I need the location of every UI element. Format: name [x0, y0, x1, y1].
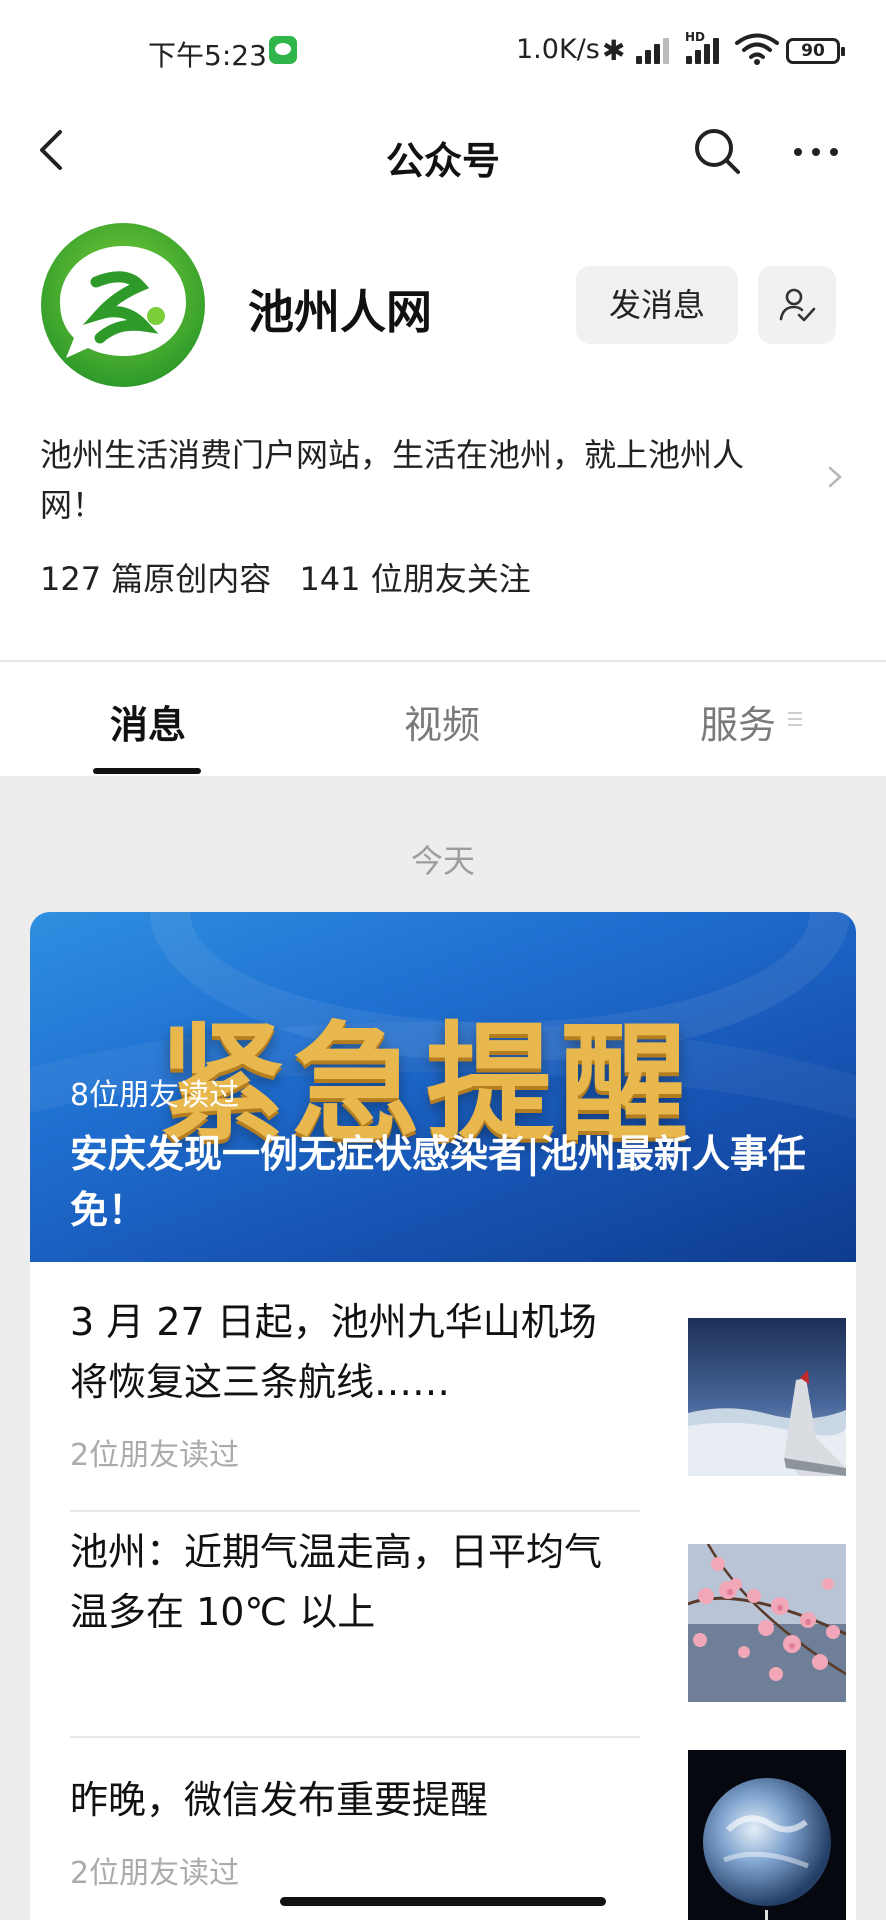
signal-icon [636, 36, 676, 64]
article-reads: 2位朋友读过 [70, 1438, 240, 1473]
article-card: 紧急提醒 8位朋友读过 安庆发现一例无症状感染者|池州最新人事任免！ 3 月 2… [30, 912, 856, 1920]
divider [70, 1736, 640, 1738]
original-count: 127 篇原创内容 [40, 560, 272, 598]
list-item[interactable]: 3 月 27 日起，池州九华山机场将恢复这三条航线…… 2位朋友读过 [70, 1292, 856, 1512]
page-title: 公众号 [385, 139, 500, 183]
featured-reads: 8位朋友读过 [70, 1078, 240, 1113]
account-stats: 127 篇原创内容 141 位朋友关注 [40, 554, 549, 600]
featured-headline: 安庆发现一例无症状感染者|池州最新人事任免！ [70, 1132, 806, 1232]
battery-icon: 90 [786, 38, 845, 64]
chevron-right-icon[interactable] [824, 462, 848, 492]
divider [0, 660, 886, 662]
tab-services[interactable]: 服务 [700, 694, 776, 749]
status-bar: 下午5:23 1.0K/s ✱ HD 90 [0, 0, 886, 100]
follow-button[interactable] [758, 266, 836, 344]
list-item[interactable]: 昨晚，微信发布重要提醒 2位朋友读过 [70, 1744, 856, 1920]
account-description[interactable]: 池州生活消费门户网站，生活在池州，就上池州人网！ [40, 430, 800, 530]
earth-thumbnail [688, 1750, 846, 1920]
list-item[interactable]: 池州：近期气温走高，日平均气温多在 10℃ 以上 [70, 1518, 856, 1738]
follower-count: 141 位朋友关注 [299, 560, 531, 598]
send-message-button[interactable]: 发消息 [576, 266, 738, 344]
tab-videos[interactable]: 视频 [404, 694, 480, 749]
wifi-icon [735, 33, 779, 65]
active-tab-indicator [93, 768, 201, 774]
date-label: 今天 [410, 842, 475, 880]
article-title: 昨晚，微信发布重要提醒 [70, 1778, 489, 1822]
article-title: 3 月 27 日起，池州九华山机场将恢复这三条航线…… [70, 1300, 597, 1404]
signal-hd-icon [686, 36, 726, 64]
more-icon[interactable] [786, 124, 846, 180]
account-avatar[interactable] [40, 222, 206, 388]
nav-bar: 公众号 [0, 100, 886, 200]
status-time: 下午5:23 [148, 39, 267, 72]
account-name: 池州人网 [248, 285, 432, 339]
blossom-thumbnail [688, 1544, 846, 1702]
bluetooth-icon: ✱ [602, 34, 626, 67]
divider [70, 1510, 640, 1512]
network-speed: 1.0K/s [516, 34, 600, 65]
wechat-notification-icon [269, 36, 297, 64]
article-title: 池州：近期气温走高，日平均气温多在 10℃ 以上 [70, 1530, 603, 1634]
home-indicator[interactable] [280, 1897, 606, 1906]
search-icon[interactable] [690, 124, 746, 180]
featured-article[interactable]: 紧急提醒 8位朋友读过 安庆发现一例无症状感染者|池州最新人事任免！ [30, 912, 856, 1262]
article-reads: 2位朋友读过 [70, 1856, 240, 1891]
menu-icon [788, 712, 802, 726]
followed-user-icon [779, 288, 816, 322]
tab-messages[interactable]: 消息 [110, 694, 186, 749]
airplane-wing-thumbnail [688, 1318, 846, 1476]
